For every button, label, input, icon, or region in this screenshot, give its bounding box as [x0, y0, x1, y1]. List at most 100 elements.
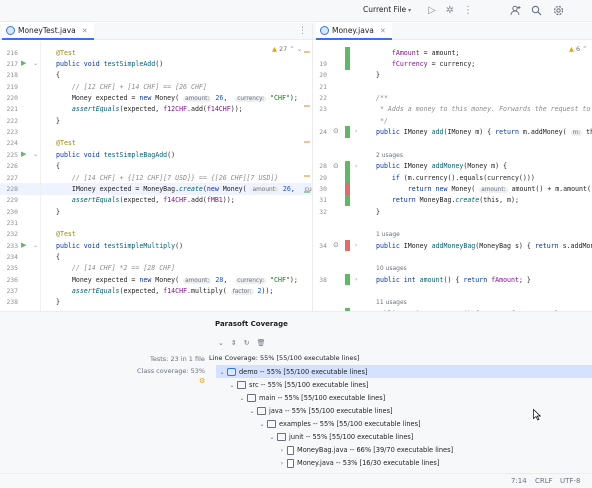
code-line[interactable]: 216 @Test [0, 47, 312, 58]
tree-row[interactable]: › Money.java -- 53% [16/30 executable lin… [278, 457, 439, 469]
code-line[interactable]: 225 public void testSimpleBagAdd() [0, 149, 312, 160]
fold-icon[interactable]: › [355, 276, 357, 283]
more-icon[interactable]: ⋮ [462, 5, 474, 17]
code-line[interactable]: 227 // [14 CHF] + {[12 CHF][7 USD]} == {… [0, 172, 312, 183]
run-configuration-selector[interactable]: Current File ▾ [363, 5, 411, 14]
code-line[interactable]: 20} [313, 70, 592, 81]
implementation-icon[interactable]: ⊙ [333, 162, 339, 170]
tree-row[interactable]: ⌄ examples -- 55% [55/100 executable line… [258, 418, 421, 430]
line-separator[interactable]: CRLF [535, 477, 553, 485]
delete-icon[interactable]: 🗑 [257, 339, 266, 347]
tree-row[interactable]: ⌄ demo -- 55% [55/100 executable lines] [218, 366, 367, 378]
code-line[interactable]: 32} [313, 206, 592, 217]
scrollbar-marker[interactable] [304, 141, 310, 143]
code-line[interactable]: 237 assertEquals(expected, f14CHF.multip… [0, 285, 312, 296]
chevron-down-icon[interactable]: ⌄ [258, 421, 266, 428]
fold-icon[interactable]: ⌄ [33, 60, 38, 67]
scrollbar-marker[interactable] [304, 191, 310, 193]
cursor-position[interactable]: 7:14 [511, 477, 527, 485]
right-code-editor[interactable]: ▲ 6 ⌃ fAmount = amount; 19 fCurrency = cur… [313, 41, 592, 311]
scrollbar-marker[interactable] [304, 175, 310, 177]
add-user-icon[interactable] [509, 5, 521, 17]
fold-icon[interactable]: › [355, 163, 357, 170]
code-line[interactable]: 232 @Test [0, 229, 312, 240]
coverage-settings-icon[interactable]: ⚙ [199, 377, 205, 385]
code-line[interactable]: 1 usage [313, 229, 592, 240]
fold-icon[interactable]: ⌄ [33, 242, 38, 249]
code-line[interactable]: 11 usages [313, 297, 592, 308]
code-line[interactable]: 226 { [0, 161, 312, 172]
scrollbar-marker[interactable] [304, 51, 310, 53]
code-line[interactable]: 21 [313, 81, 592, 92]
tab-money-java[interactable]: Money.java ✕ [316, 23, 392, 40]
search-icon[interactable] [530, 5, 542, 17]
fold-icon[interactable]: ⌄ [33, 151, 38, 158]
implementation-icon[interactable]: ⊙ [333, 241, 339, 249]
code-line[interactable]: fAmount = amount; [313, 47, 592, 58]
run-test-icon[interactable]: ▶ [21, 150, 26, 158]
chevron-right-icon[interactable]: › [278, 447, 286, 454]
code-line[interactable]: 22 /** [313, 92, 592, 103]
implementation-icon[interactable]: ⊙ [333, 127, 339, 135]
chevron-down-icon[interactable]: ⌄ [228, 382, 236, 389]
file-encoding[interactable]: UTF-8 [560, 477, 580, 485]
expand-all-icon[interactable]: ⇕ [231, 339, 237, 347]
run-test-icon[interactable]: ▶ [21, 241, 26, 249]
fold-icon[interactable]: › [355, 128, 357, 135]
tree-row[interactable]: ⌄ src -- 55% [55/100 executable lines] [228, 379, 368, 391]
code-line[interactable]: 238} [0, 297, 312, 308]
chevron-down-icon[interactable]: ⌄ [238, 395, 246, 402]
chevron-right-icon[interactable]: › [278, 460, 286, 467]
tree-row[interactable]: ⌄ junit -- 55% [55/100 executable lines] [268, 431, 413, 443]
run-test-icon[interactable]: ▶ [21, 59, 26, 67]
tree-row[interactable]: › MoneyBag.java -- 66% [39/70 executable … [278, 444, 453, 456]
fold-icon[interactable]: › [355, 242, 357, 249]
code-line[interactable]: 221 assertEquals(expected, f12CHF.add(f1… [0, 104, 312, 115]
collapse-all-icon[interactable]: ⌄ [218, 339, 224, 347]
debug-icon[interactable]: ✲ [444, 5, 456, 17]
code-line[interactable]: 234 { [0, 251, 312, 262]
code-token: fAmount [491, 275, 519, 284]
chevron-down-icon[interactable]: ⌄ [248, 408, 256, 415]
chevron-down-icon[interactable]: ⌄ [218, 369, 226, 376]
tree-row[interactable]: ⌄ main -- 55% [55/100 executable lines] [238, 392, 385, 404]
code-line[interactable]: 219 // [12 CHF] + [14 CHF] == [26 CHF] [0, 81, 312, 92]
settings-icon[interactable] [552, 5, 564, 17]
code-line[interactable]: 228 IMoney expected = MoneyBag.create(ne… [0, 183, 312, 195]
code-line[interactable]: 223 [0, 126, 312, 137]
more-icon[interactable]: ⋮ [298, 26, 307, 36]
code-line[interactable]: 30 return new Money( amount: amount() + … [313, 183, 592, 194]
code-line[interactable]: 19 fCurrency = currency; [313, 58, 592, 69]
code-line[interactable]: 23 * Adds a money to this money. Forward… [313, 104, 592, 115]
refresh-icon[interactable]: ↻ [244, 339, 250, 347]
scrollbar-marker[interactable] [304, 105, 310, 107]
chevron-down-icon[interactable]: ⌄ [268, 434, 276, 441]
close-icon[interactable]: ✕ [82, 27, 88, 35]
code-line[interactable]: 217 public void testSimpleAdd() [0, 58, 312, 69]
code-line[interactable]: 10 usages [313, 263, 592, 274]
code-line[interactable]: 233 public void testSimpleMultiply() [0, 240, 312, 251]
run-icon[interactable]: ▷ [426, 5, 438, 17]
code-line[interactable]: */ [313, 115, 592, 126]
code-line[interactable]: 218 { [0, 70, 312, 81]
code-line[interactable] [313, 285, 592, 296]
code-line[interactable]: 222} [0, 115, 312, 126]
tab-moneytest-java[interactable]: MoneyTest.java ✕ [2, 23, 94, 40]
code-line[interactable]: 224 @Test [0, 138, 312, 149]
code-line[interactable]: 220 Money expected = new Money( amount: … [0, 92, 312, 103]
code-line[interactable]: 2 usages [313, 149, 592, 160]
left-code-editor[interactable]: ▲ 27 ⌃ ⌄ 216 @Test 217 public void testSimple… [0, 41, 312, 311]
code-line[interactable]: 231 [0, 217, 312, 228]
code-line[interactable]: 31 return MoneyBag.create(this, m); [313, 195, 592, 206]
code-line[interactable] [313, 251, 592, 262]
code-line[interactable] [313, 138, 592, 149]
code-line[interactable]: 236 Money expected = new Money( amount: … [0, 274, 312, 285]
close-icon[interactable]: ✕ [380, 27, 386, 35]
tree-row[interactable]: ⌄ java -- 55% [55/100 executable lines] [248, 405, 393, 417]
code-line[interactable] [313, 217, 592, 228]
code-line[interactable]: 230} [0, 206, 312, 217]
code-line[interactable]: 29 if (m.currency().equals(currency())) [313, 172, 592, 183]
code-text: // [14 CHF] *2 == [28 CHF] [56, 264, 175, 272]
code-line[interactable]: 235 // [14 CHF] *2 == [28 CHF] [0, 263, 312, 274]
code-line[interactable]: 229 assertEquals(expected, f14CHF.add(fM… [0, 195, 312, 206]
